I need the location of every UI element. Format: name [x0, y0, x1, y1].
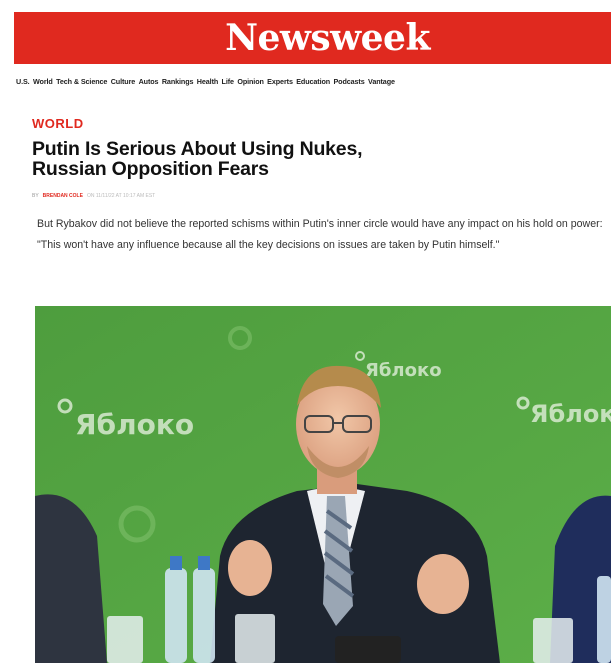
nav-item-us[interactable]: U.S.	[16, 77, 30, 91]
headline-line-1: Putin Is Serious About Using Nukes,	[32, 138, 363, 160]
nav-item-culture[interactable]: Culture	[111, 77, 136, 91]
nav-item-autos[interactable]: Autos	[139, 77, 159, 91]
nav-item-world[interactable]: World	[33, 77, 53, 91]
byline-date: ON 11/11/22 AT 10:17 AM EST	[86, 193, 156, 199]
nav-item-tech-science[interactable]: Tech & Science	[56, 77, 107, 91]
byline: BY BRENDAN COLE ON 11/11/22 AT 10:17 AM …	[32, 192, 292, 200]
nav-item-life[interactable]: Life	[222, 77, 234, 91]
article-photo: Яблоко Яблоко Яблоко	[35, 306, 611, 663]
person-at-press-conference-photo: Яблоко Яблоко Яблоко	[35, 306, 611, 663]
nav-item-opinion[interactable]: Opinion	[237, 77, 264, 91]
main-nav: U.S. World Tech & Science Culture Autos …	[16, 77, 611, 91]
article-page: Newsweek U.S. World Tech & Science Cultu…	[0, 0, 611, 663]
masthead: Newsweek	[14, 12, 611, 64]
backdrop-logo-2: Яблоко	[365, 360, 442, 381]
nav-item-vantage[interactable]: Vantage	[368, 77, 395, 91]
byline-prefix: BY	[32, 193, 39, 199]
backdrop-logo-3: Яблоко	[530, 400, 611, 428]
article-headline: Putin Is Serious About Using Nukes, Russ…	[32, 139, 452, 179]
section-label[interactable]: WORLD	[32, 116, 84, 131]
nav-item-health[interactable]: Health	[197, 77, 218, 91]
backdrop-logo-1: Яблоко	[75, 408, 194, 441]
article-paragraph: But Rybakov did not believe the reported…	[37, 218, 603, 251]
nav-item-education[interactable]: Education	[296, 77, 330, 91]
nav-item-rankings[interactable]: Rankings	[162, 77, 194, 91]
byline-author[interactable]: BRENDAN COLE	[43, 193, 83, 199]
nav-item-podcasts[interactable]: Podcasts	[333, 77, 364, 91]
nav-item-experts[interactable]: Experts	[267, 77, 293, 91]
headline-line-2: Russian Opposition Fears	[32, 158, 269, 180]
newsweek-logo[interactable]: Newsweek	[225, 17, 430, 59]
